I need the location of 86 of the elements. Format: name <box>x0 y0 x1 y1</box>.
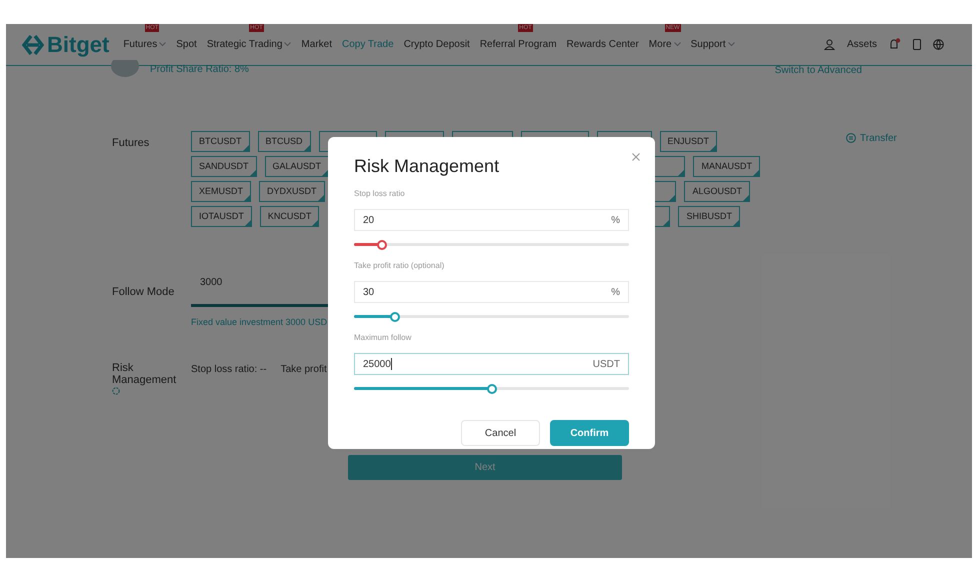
futures-pair-tag[interactable]: KNCUSDT <box>260 206 320 227</box>
loading-icon <box>112 386 120 394</box>
globe-icon[interactable] <box>933 39 944 50</box>
cancel-button[interactable]: Cancel <box>461 420 540 446</box>
futures-pair-tag[interactable]: XEMUSDT <box>191 181 252 202</box>
corner-mark-icon <box>318 195 324 201</box>
pair-label: SHIBUSDT <box>686 210 732 223</box>
user-icon[interactable] <box>824 39 835 50</box>
pair-label: IOTAUSDT <box>199 210 244 223</box>
unit-label: USDT <box>592 358 620 372</box>
futures-pair-tag[interactable]: ENJUSDT <box>660 131 718 152</box>
pair-label: DYDXUSDT <box>267 184 317 198</box>
pair-label: ALGOUSDT <box>692 184 742 198</box>
nav-item[interactable]: Futures <box>123 37 158 52</box>
futures-pair-tag[interactable]: IOTAUSDT <box>191 206 252 227</box>
pair-label: ENJUSDT <box>668 134 710 148</box>
futures-pair-tag[interactable]: DYDXUSDT <box>259 181 325 202</box>
nav-item[interactable]: Strategic Trading <box>206 37 282 52</box>
corner-mark-icon <box>733 220 739 226</box>
input-value: 20 <box>363 214 374 228</box>
transfer-icon <box>846 133 856 143</box>
amount-value: 3000 <box>199 276 224 290</box>
nav-item[interactable]: Referral Program <box>480 37 557 52</box>
futures-pair-tag[interactable]: BTCUSDT <box>191 131 250 152</box>
input-value: 25000 <box>363 358 391 372</box>
pair-label: GALAUSDT <box>272 160 322 173</box>
field-label: Stop loss ratio <box>354 188 406 200</box>
phone-icon[interactable] <box>913 39 921 50</box>
corner-mark-icon <box>322 170 328 176</box>
corner-mark-icon <box>244 220 251 226</box>
corner-mark-icon <box>304 145 310 151</box>
logo-icon <box>22 34 44 54</box>
nav-item[interactable]: More <box>648 37 672 52</box>
pair-label: KNCUSDT <box>268 210 312 223</box>
field-label: Take profit ratio (optional) <box>354 260 446 272</box>
nav-item[interactable]: Support <box>690 37 726 52</box>
futures-pair-tag[interactable]: ALGOUSDT <box>684 181 750 202</box>
bell-icon[interactable] <box>889 38 901 51</box>
corner-mark-icon <box>753 170 759 176</box>
corner-mark-icon <box>743 195 749 201</box>
pair-label: SANDUSDT <box>199 160 249 173</box>
corner-mark-icon <box>710 145 716 151</box>
input-value: 30 <box>363 286 374 300</box>
transfer-link[interactable]: Transfer <box>860 130 897 146</box>
corner-mark-icon <box>242 145 248 151</box>
avatar-icon <box>110 60 140 78</box>
input-field[interactable]: 20 % <box>354 209 629 231</box>
investment-note: Fixed value investment 3000 USD <box>191 316 328 329</box>
nav-item[interactable]: Rewards Center <box>566 37 639 52</box>
futures-pair-tag[interactable]: MANAUSDT <box>693 156 760 177</box>
input-field[interactable]: 30 % <box>354 281 629 303</box>
field-label: Maximum follow <box>354 332 412 344</box>
nav-item[interactable]: Market <box>301 37 332 52</box>
corner-mark-icon <box>678 170 684 176</box>
corner-mark-icon <box>250 170 256 176</box>
confirm-button[interactable]: Confirm <box>550 420 629 446</box>
nav-item[interactable]: Crypto Deposit <box>404 37 470 52</box>
close-icon[interactable] <box>632 153 640 161</box>
pair-label: BTCUSDT <box>199 134 242 148</box>
slider-thumb[interactable] <box>390 312 400 322</box>
unit-label: % <box>611 286 620 300</box>
text-cursor <box>390 358 392 370</box>
switch-to-advanced-link[interactable]: Switch to Advanced <box>774 63 862 78</box>
section-label: Futures <box>112 136 150 151</box>
futures-pair-tag[interactable]: SHIBUSDT <box>678 206 740 227</box>
logo-text[interactable]: Bitget <box>47 28 110 61</box>
pair-label: XEMUSDT <box>199 184 244 198</box>
slider-thumb[interactable] <box>486 384 496 394</box>
corner-mark-icon <box>244 195 250 201</box>
section-label: Risk Management <box>112 362 178 386</box>
dialog-title: Risk Management <box>354 155 500 178</box>
assets-link[interactable]: Assets <box>846 37 877 52</box>
futures-pair-tag[interactable]: BTCUSD <box>258 131 311 152</box>
nav-item[interactable]: Copy Trade <box>342 37 394 52</box>
pair-label: BTCUSD <box>266 134 303 148</box>
futures-pair-tag[interactable]: SANDUSDT <box>191 156 257 177</box>
unit-label: % <box>611 214 620 228</box>
profit-share-ratio: Profit Share Ratio: 8% <box>150 62 249 76</box>
section-label: Follow Mode <box>112 285 176 300</box>
slider-thumb[interactable] <box>376 240 386 250</box>
pair-label: MANAUSDT <box>701 160 752 173</box>
input-field[interactable]: 25000 USDT <box>354 353 629 375</box>
nav-item[interactable]: Spot <box>176 37 197 52</box>
corner-mark-icon <box>312 220 318 226</box>
stop-loss-summary: Stop loss ratio: -- <box>191 362 267 376</box>
take-profit-summary: Take profit <box>280 362 327 376</box>
